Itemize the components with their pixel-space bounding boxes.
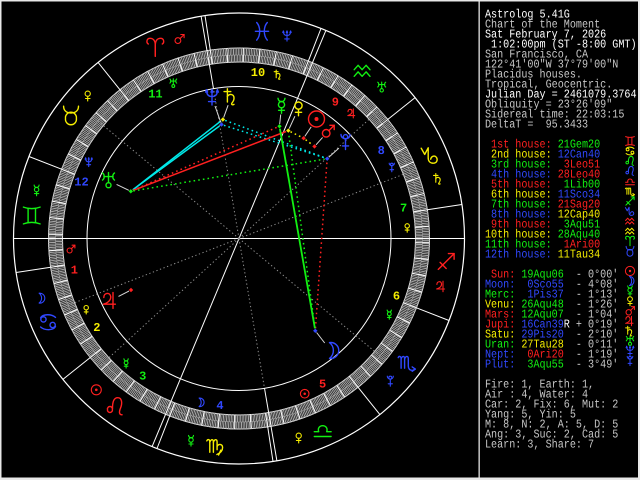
svg-text:8: 8 [378,144,385,158]
svg-text:Plut: 3Aqu55 - 3°49': Plut: 3Aqu55 - 3°49' [485,357,618,371]
svg-text:1: 1 [71,264,78,278]
svg-text:5: 5 [319,378,326,392]
svg-text:12: 12 [74,176,88,190]
svg-text:DeltaT = 95.3433: DeltaT = 95.3433 [485,117,588,131]
svg-text:6: 6 [393,290,400,304]
svg-text:10: 10 [251,66,265,80]
svg-text:7: 7 [400,202,407,216]
svg-text:11: 11 [148,87,162,101]
svg-text:4: 4 [216,399,223,413]
svg-text:3: 3 [139,370,146,384]
svg-text:9: 9 [332,95,339,109]
svg-text:2: 2 [93,321,100,335]
svg-text:12th house: 11Tau34: 12th house: 11Tau34 [485,247,600,261]
svg-text:Learn: 3, Share: 7: Learn: 3, Share: 7 [485,437,594,451]
